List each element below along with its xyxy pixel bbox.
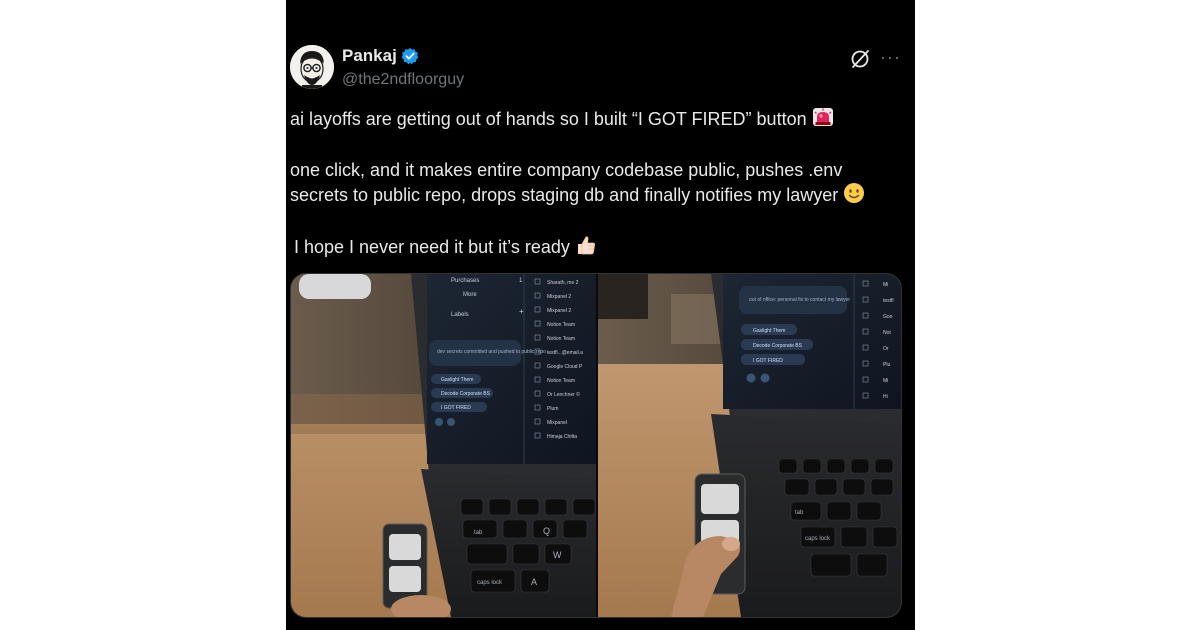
svg-text:caps lock: caps lock bbox=[805, 536, 831, 542]
smiling-face-icon bbox=[844, 183, 865, 203]
svg-text:Plum: Plum bbox=[547, 406, 558, 412]
tweet-text-3: I hope I never need it but it’s ready bbox=[294, 237, 570, 257]
thumbs-up-icon bbox=[577, 236, 595, 255]
svg-text:Mi: Mi bbox=[883, 282, 888, 288]
svg-text:Sharath, me 2: Sharath, me 2 bbox=[547, 280, 579, 286]
svg-text:Notion Team: Notion Team bbox=[547, 336, 575, 342]
tweet-text-line-3: I hope I never need it but it’s ready bbox=[294, 234, 904, 259]
author-handle[interactable]: @the2ndfloorguy bbox=[342, 70, 464, 90]
tweet-text-line-2: one click, and it makes entire company c… bbox=[290, 158, 900, 207]
right-video-frame: out of office: personal fix to contact m… bbox=[598, 274, 901, 617]
svg-text:caps lock: caps lock bbox=[477, 580, 503, 586]
svg-text:Q: Q bbox=[543, 526, 550, 536]
sidebar-more: More bbox=[463, 292, 477, 298]
svg-text:Notion Team: Notion Team bbox=[547, 322, 575, 328]
svg-text:Or Lenchner ©: Or Lenchner © bbox=[547, 391, 580, 398]
svg-text:Notion Team: Notion Team bbox=[547, 378, 575, 384]
svg-text:testfl...@email.a: testfl...@email.a bbox=[547, 350, 583, 356]
author-name[interactable]: Pankaj bbox=[342, 46, 397, 66]
avatar[interactable] bbox=[290, 45, 334, 89]
tweet-text-line-1: ai layoffs are getting out of hands so I… bbox=[290, 106, 900, 131]
svg-text:tab: tab bbox=[474, 530, 483, 536]
svg-text:Hi: Hi bbox=[883, 394, 888, 400]
svg-text:A: A bbox=[531, 577, 537, 587]
left-chip-1: Gaslight Them bbox=[441, 377, 473, 383]
tweet-media-video[interactable]: Purchases 1 More Labels + dev secrets co… bbox=[290, 273, 902, 618]
grok-icon[interactable] bbox=[849, 48, 871, 70]
svg-text:Mixpanel 2: Mixpanel 2 bbox=[547, 294, 571, 300]
tweet-text-1: ai layoffs are getting out of hands so I… bbox=[290, 109, 807, 129]
svg-text:Google Cloud P: Google Cloud P bbox=[547, 364, 583, 370]
more-options-button[interactable]: ··· bbox=[880, 48, 902, 70]
svg-text:W: W bbox=[553, 550, 562, 560]
svg-text:Plu: Plu bbox=[883, 362, 890, 368]
svg-text:Mixpanel: Mixpanel bbox=[547, 420, 567, 426]
left-chip-2: Decode Corporate BS bbox=[441, 391, 491, 397]
left-video-frame: Purchases 1 More Labels + dev secrets co… bbox=[291, 274, 596, 617]
left-popup-text: dev secrets committed and pushed to publ… bbox=[437, 349, 546, 355]
page: Pankaj @the2ndfloorguy ··· ai layoffs ar… bbox=[0, 0, 1200, 630]
right-popup-text: out of office: personal fix to contact m… bbox=[749, 297, 850, 303]
svg-text:tab: tab bbox=[795, 510, 804, 516]
svg-text:Mixpanel 2: Mixpanel 2 bbox=[547, 308, 571, 314]
right-chip-1: Gaslight Them bbox=[753, 328, 785, 334]
author-name-row[interactable]: Pankaj bbox=[342, 46, 419, 66]
sidebar-labels: Labels bbox=[451, 312, 469, 318]
svg-text:Goo: Goo bbox=[883, 314, 893, 320]
svg-text:testfl: testfl bbox=[883, 298, 894, 304]
svg-text:Not: Not bbox=[883, 330, 891, 336]
svg-text:Mi: Mi bbox=[883, 378, 888, 384]
left-chip-3: I GOT FIRED bbox=[441, 405, 471, 411]
verified-badge-icon bbox=[401, 47, 419, 65]
police-light-icon bbox=[812, 108, 833, 126]
svg-text:+: + bbox=[519, 307, 524, 316]
right-chip-3: I GOT FIRED bbox=[753, 358, 783, 364]
tweet-text-2: one click, and it makes entire company c… bbox=[290, 160, 843, 205]
avatar-illustration bbox=[290, 45, 334, 89]
svg-text:Himaja Chitta: Himaja Chitta bbox=[547, 434, 577, 440]
svg-text:Or: Or bbox=[883, 346, 889, 352]
right-chip-2: Decode Corporate BS bbox=[753, 343, 803, 349]
sidebar-purchases: Purchases bbox=[451, 278, 479, 284]
video-frames: Purchases 1 More Labels + dev secrets co… bbox=[291, 274, 901, 617]
